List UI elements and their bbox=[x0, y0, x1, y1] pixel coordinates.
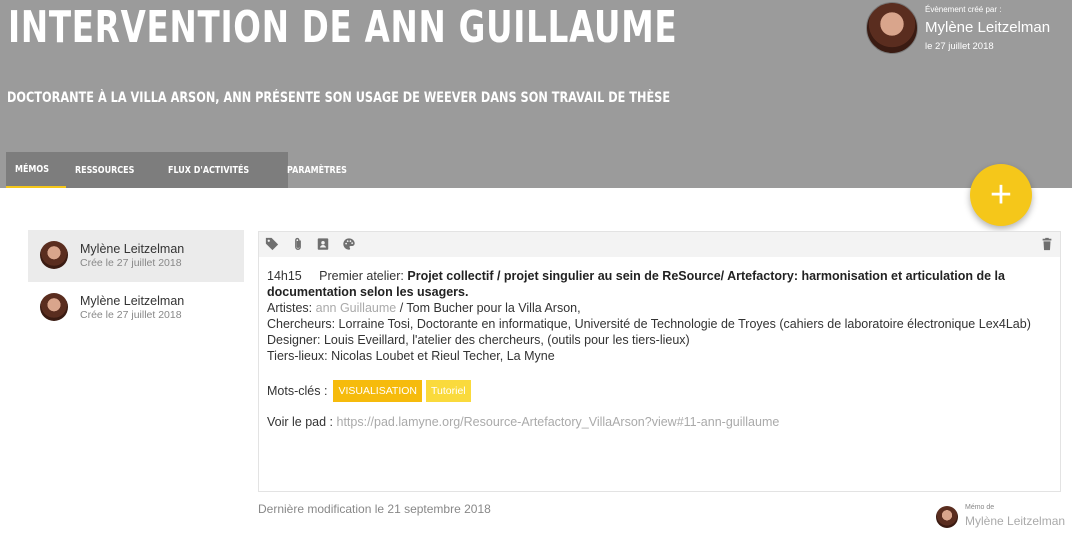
keyword-tag[interactable]: Tutoriel bbox=[426, 380, 471, 402]
trash-icon[interactable] bbox=[1040, 237, 1054, 251]
creator-label: Évènement créé par : bbox=[925, 5, 1002, 14]
tab-label: PARAMÈTRES bbox=[287, 164, 348, 176]
tab-settings[interactable]: PARAMÈTRES bbox=[278, 152, 371, 188]
tab-activity-feed[interactable]: FLUX D'ACTIVITÉS bbox=[159, 152, 278, 188]
researchers-line: Chercheurs: Lorraine Tosi, Doctorante en… bbox=[267, 317, 1031, 331]
memo-date: Crée le 27 juillet 2018 bbox=[80, 309, 182, 321]
memo-time: 14h15 bbox=[267, 269, 302, 283]
tab-bar: MÉMOS RESSOURCES FLUX D'ACTIVITÉS PARAMÈ… bbox=[6, 152, 347, 188]
editor-toolbar bbox=[259, 232, 1060, 257]
pad-line: Voir le pad : https://pad.lamyne.org/Res… bbox=[267, 414, 1052, 430]
event-creator: Évènement créé par : Mylène Leitzelman l… bbox=[866, 2, 1066, 56]
plus-icon: + bbox=[989, 173, 1013, 216]
keywords-label: Mots-clés : bbox=[267, 384, 328, 398]
memo-heading-line: 14h15 Premier atelier: Projet collectif … bbox=[267, 268, 1052, 300]
keyword-tag[interactable]: VISUALISATION bbox=[333, 380, 423, 402]
palette-icon[interactable] bbox=[342, 237, 356, 251]
memo-intro: Premier atelier: bbox=[319, 269, 408, 283]
memo-content[interactable]: 14h15 Premier atelier: Projet collectif … bbox=[259, 257, 1060, 430]
creator-date: le 27 juillet 2018 bbox=[925, 41, 994, 52]
memo-author: Mylène Leitzelman bbox=[80, 294, 185, 308]
tab-resources[interactable]: RESSOURCES bbox=[66, 152, 158, 188]
event-header: INTERVENTION DE ANN GUILLAUME DOCTORANTE… bbox=[0, 0, 1072, 188]
artist-link[interactable]: ann Guillaume bbox=[316, 301, 397, 315]
artists-rest: / Tom Bucher pour la Villa Arson, bbox=[396, 301, 581, 315]
tab-label: RESSOURCES bbox=[75, 164, 135, 176]
list-item[interactable]: Mylène Leitzelman Crée le 27 juillet 201… bbox=[28, 230, 244, 282]
designer-line: Designer: Louis Eveillard, l'atelier des… bbox=[267, 333, 690, 347]
creator-name[interactable]: Mylène Leitzelman bbox=[925, 19, 1050, 36]
add-memo-button[interactable]: + bbox=[970, 164, 1032, 226]
avatar bbox=[40, 241, 68, 269]
avatar[interactable] bbox=[936, 506, 958, 528]
memo-date: Crée le 27 juillet 2018 bbox=[80, 257, 182, 269]
tab-memos[interactable]: MÉMOS bbox=[6, 152, 67, 188]
memo-list: Mylène Leitzelman Crée le 27 juillet 201… bbox=[28, 230, 244, 334]
last-modified: Dernière modification le 21 septembre 20… bbox=[258, 502, 491, 516]
memo-editor[interactable]: 14h15 Premier atelier: Projet collectif … bbox=[258, 231, 1061, 492]
page-subtitle: DOCTORANTE À LA VILLA ARSON, ANN PRÉSENT… bbox=[7, 90, 671, 106]
list-item[interactable]: Mylène Leitzelman Crée le 27 juillet 201… bbox=[28, 282, 244, 334]
page-title: INTERVENTION DE ANN GUILLAUME bbox=[8, 2, 678, 53]
avatar bbox=[40, 293, 68, 321]
tab-label: FLUX D'ACTIVITÉS bbox=[167, 164, 249, 176]
contact-card-icon[interactable] bbox=[316, 237, 330, 251]
pad-link[interactable]: https://pad.lamyne.org/Resource-Artefact… bbox=[337, 415, 780, 429]
artists-line: Artistes: ann Guillaume / Tom Bucher pou… bbox=[267, 300, 1052, 316]
tag-icon[interactable] bbox=[265, 237, 279, 251]
tab-label: MÉMOS bbox=[15, 163, 49, 175]
keywords-row: Mots-clés : VISUALISATION Tutoriel bbox=[267, 380, 1052, 402]
memo-by-name[interactable]: Mylène Leitzelman bbox=[965, 514, 1065, 528]
avatar[interactable] bbox=[866, 2, 918, 54]
memo-author-footer: Mémo de Mylène Leitzelman bbox=[936, 504, 1066, 530]
paperclip-icon[interactable] bbox=[291, 237, 305, 251]
third-places-line: Tiers-lieux: Nicolas Loubet et Rieul Tec… bbox=[267, 349, 555, 363]
artists-label: Artistes: bbox=[267, 301, 316, 315]
memo-author: Mylène Leitzelman bbox=[80, 242, 185, 256]
pad-label: Voir le pad : bbox=[267, 415, 337, 429]
memo-by-label: Mémo de bbox=[965, 504, 995, 511]
